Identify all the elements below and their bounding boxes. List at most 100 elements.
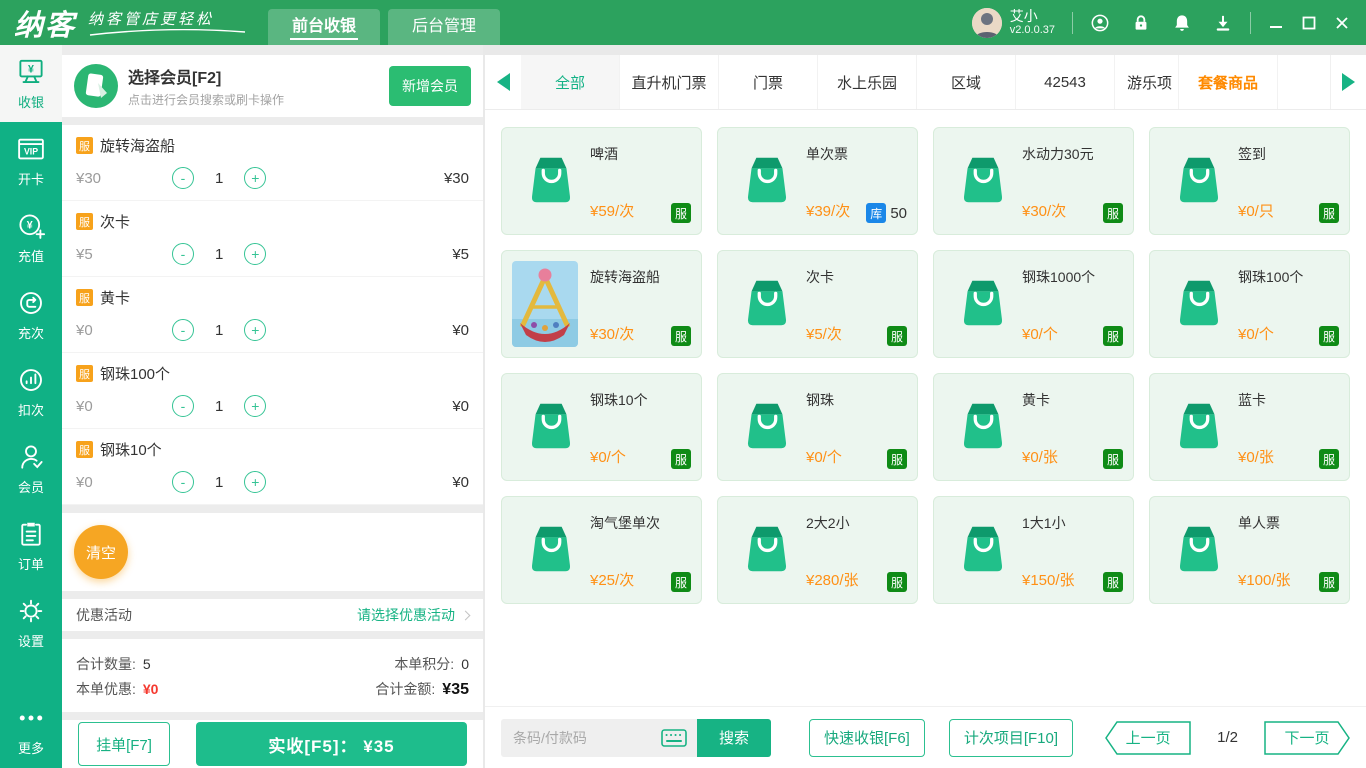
category-tab-7[interactable]: 套餐商品 xyxy=(1179,55,1278,109)
sidebar-item-recharge-times[interactable]: 充次 xyxy=(0,276,62,353)
cart-item-controls: ¥0 - 1 + ¥0 xyxy=(76,319,469,341)
decrease-qty-button[interactable]: - xyxy=(172,319,194,341)
barcode-input[interactable] xyxy=(513,729,641,746)
increase-qty-button[interactable]: + xyxy=(244,167,267,189)
product-card[interactable]: 淘气堡单次 ¥25/次 服 xyxy=(501,496,702,604)
minimize-button[interactable] xyxy=(1268,15,1284,31)
product-name: 黄卡 xyxy=(1022,392,1050,408)
increase-qty-button[interactable]: + xyxy=(244,471,267,493)
product-price: ¥39/次 xyxy=(806,203,851,220)
keyboard-icon[interactable] xyxy=(661,728,687,747)
slogan-underline xyxy=(89,29,246,36)
product-card[interactable]: 次卡 ¥5/次 服 xyxy=(717,250,918,358)
order-total-value: ¥35 xyxy=(442,681,469,698)
sidebar-item-cashier[interactable]: ¥ 收银 xyxy=(0,45,62,122)
product-card[interactable]: 水动力30元 ¥30/次 服 xyxy=(933,127,1134,235)
cart-item-name: 黄卡 xyxy=(100,290,131,307)
quick-cashier-button[interactable]: 快速收银[F6] xyxy=(809,718,925,757)
order-points-label: 本单积分: xyxy=(394,656,455,672)
cart-item-name: 旋转海盗船 xyxy=(100,138,176,155)
product-name: 钢珠 xyxy=(806,392,834,408)
sidebar-item-vip-card[interactable]: VIP 开卡 xyxy=(0,122,62,199)
decrease-qty-button[interactable]: - xyxy=(172,395,194,417)
search-button[interactable]: 搜索 xyxy=(697,718,771,757)
promo-select-text: 请选择优惠活动 xyxy=(357,607,455,623)
category-tabs: 全部 直升机门票 门票 水上乐园 区域 42543 游乐项 套餐商品 xyxy=(521,55,1278,109)
chevron-right-icon xyxy=(460,610,471,620)
category-tab-1[interactable]: 直升机门票 xyxy=(620,55,719,109)
category-tab-3[interactable]: 水上乐园 xyxy=(818,55,917,109)
category-tab-4[interactable]: 区域 xyxy=(917,55,1016,109)
clear-cart-button[interactable]: 清空 xyxy=(74,525,128,579)
cart-item: 服 钢珠100个 ¥0 - 1 + ¥0 xyxy=(62,353,483,429)
add-member-button[interactable]: 新增会员 xyxy=(389,66,471,106)
member-select-bar[interactable]: 选择会员[F2] 点击进行会员搜索或刷卡操作 新增会员 xyxy=(62,55,483,117)
next-page-button[interactable]: 下一页 xyxy=(1264,720,1350,755)
triangle-right-icon xyxy=(1342,73,1355,91)
sidebar-item-settings[interactable]: 设置 xyxy=(0,584,62,661)
service-badge: 服 xyxy=(887,572,907,592)
product-card[interactable]: 钢珠100个 ¥0/个 服 xyxy=(1149,250,1350,358)
category-scroll-left-button[interactable] xyxy=(485,55,521,109)
shopping-bag-icon xyxy=(738,151,796,209)
order-discount: 本单优惠: ¥0 xyxy=(76,679,158,699)
customer-service-icon[interactable] xyxy=(1090,13,1110,33)
close-button[interactable] xyxy=(1334,15,1350,31)
titlebar-icons xyxy=(1090,13,1233,33)
product-card[interactable]: 啤酒 ¥59/次 服 xyxy=(501,127,702,235)
sidebar-item-orders[interactable]: 订单 xyxy=(0,507,62,584)
product-card[interactable]: 单次票 ¥39/次 库 50 xyxy=(717,127,918,235)
product-card[interactable]: 蓝卡 ¥0/张 服 xyxy=(1149,373,1350,481)
order-points: 本单积分: 0 xyxy=(394,654,469,674)
product-name: 蓝卡 xyxy=(1238,392,1266,408)
increase-qty-button[interactable]: + xyxy=(244,243,267,265)
nav-tab-0[interactable]: 前台收银 xyxy=(268,9,381,45)
promo-select-link[interactable]: 请选择优惠活动 xyxy=(357,605,471,625)
category-tab-5[interactable]: 42543 xyxy=(1016,55,1115,109)
maximize-button[interactable] xyxy=(1301,15,1317,31)
user-meta: 艾小 v2.0.0.37 xyxy=(1010,8,1055,38)
cart-item-controls: ¥5 - 1 + ¥5 xyxy=(76,243,469,265)
product-card[interactable]: 钢珠1000个 ¥0/个 服 xyxy=(933,250,1134,358)
product-price: ¥0/个 xyxy=(1022,326,1058,343)
promo-row[interactable]: 优惠活动 请选择优惠活动 xyxy=(62,599,483,631)
count-item-button[interactable]: 计次项目[F10] xyxy=(948,718,1074,757)
decrease-qty-button[interactable]: - xyxy=(172,167,194,189)
sidebar-item-recharge[interactable]: ¥ 充值 xyxy=(0,199,62,276)
category-tab-6[interactable]: 游乐项 xyxy=(1115,55,1179,109)
decrease-qty-button[interactable]: - xyxy=(172,471,194,493)
product-badges: 服 xyxy=(671,449,691,469)
product-card[interactable]: 旋转海盗船 ¥30/次 服 xyxy=(501,250,702,358)
sidebar-item-deduct-times[interactable]: 扣次 xyxy=(0,353,62,430)
product-card[interactable]: 钢珠10个 ¥0/个 服 xyxy=(501,373,702,481)
promo-label: 优惠活动 xyxy=(76,607,132,623)
member-select-title: 选择会员[F2] xyxy=(128,70,222,87)
product-card[interactable]: 签到 ¥0/只 服 xyxy=(1149,127,1350,235)
decrease-qty-button[interactable]: - xyxy=(172,243,194,265)
product-card[interactable]: 2大2小 ¥280/张 服 xyxy=(717,496,918,604)
category-tab-0[interactable]: 全部 xyxy=(521,55,620,109)
product-card[interactable]: 1大1小 ¥150/张 服 xyxy=(933,496,1134,604)
orders-icon xyxy=(16,519,46,549)
nav-tab-1[interactable]: 后台管理 xyxy=(388,9,501,45)
pay-button[interactable]: 实收[F5]： ¥35 xyxy=(196,722,467,766)
category-scroll-right-button[interactable] xyxy=(1330,55,1366,109)
product-card[interactable]: 单人票 ¥100/张 服 xyxy=(1149,496,1350,604)
increase-qty-button[interactable]: + xyxy=(244,395,267,417)
bell-icon[interactable] xyxy=(1172,13,1192,33)
prev-page-button[interactable]: 上一页 xyxy=(1105,720,1191,755)
avatar[interactable] xyxy=(971,7,1002,38)
product-card[interactable]: 黄卡 ¥0/张 服 xyxy=(933,373,1134,481)
category-tab-2[interactable]: 门票 xyxy=(719,55,818,109)
download-icon[interactable] xyxy=(1213,13,1233,33)
sidebar-item-label: 更多 xyxy=(17,741,44,756)
increase-qty-button[interactable]: + xyxy=(244,319,267,341)
order-total-label: 合计金额: xyxy=(375,681,436,697)
service-badge: 服 xyxy=(76,289,93,306)
sidebar-item-member[interactable]: 会员 xyxy=(0,430,62,507)
lock-icon[interactable] xyxy=(1131,13,1151,33)
product-card[interactable]: 钢珠 ¥0/个 服 xyxy=(717,373,918,481)
cart-item-header: 服 黄卡 xyxy=(76,287,469,308)
sidebar-item-more[interactable]: 更多 xyxy=(0,691,62,768)
hold-order-button[interactable]: 挂单[F7] xyxy=(78,722,170,766)
